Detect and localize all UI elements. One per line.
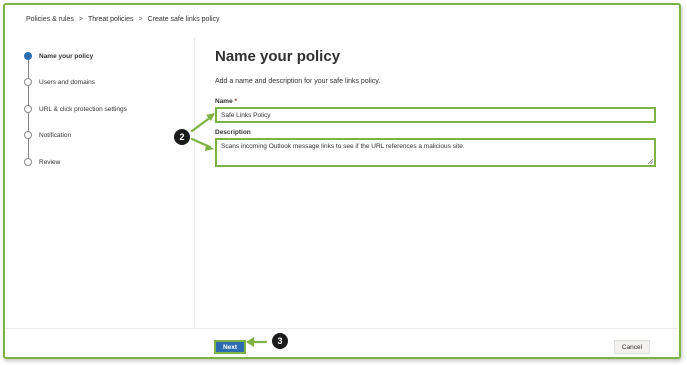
step-indicator-icon	[24, 52, 32, 60]
policy-description-textarea[interactable]: Scans incoming Outlook message links to …	[215, 138, 656, 167]
step-label: Users and domains	[39, 78, 95, 86]
step-name-your-policy[interactable]: Name your policy	[24, 52, 93, 60]
page-title: Name your policy	[215, 48, 341, 65]
step-users-and-domains[interactable]: Users and domains	[24, 78, 95, 86]
breadcrumb-threat-policies[interactable]: Threat policies	[88, 16, 134, 23]
breadcrumb-current-page: Create safe links policy	[147, 16, 220, 23]
resize-grip-icon[interactable]	[648, 159, 653, 164]
name-label-text: Name	[215, 98, 233, 105]
step-indicator-icon	[24, 78, 32, 86]
chevron-right-icon: >	[78, 16, 83, 23]
step-indicator-icon	[24, 105, 32, 113]
next-button[interactable]: Next	[214, 340, 246, 354]
name-field-label: Name *	[215, 98, 237, 105]
step-notification[interactable]: Notification	[24, 131, 71, 139]
window-frame: Policies & rules > Threat policies > Cre…	[3, 3, 681, 359]
wizard-steps-sidebar: Name your policy Users and domains URL &…	[5, 38, 195, 328]
breadcrumb: Policies & rules > Threat policies > Cre…	[26, 16, 220, 23]
breadcrumb-policies-rules[interactable]: Policies & rules	[26, 16, 74, 23]
step-indicator-icon	[24, 158, 32, 166]
callout-badge-2: 2	[174, 129, 190, 145]
step-label: Review	[39, 158, 61, 166]
wizard-footer: Next Cancel	[5, 328, 679, 357]
step-review[interactable]: Review	[24, 158, 60, 166]
description-field-label: Description	[215, 129, 251, 136]
chevron-right-icon: >	[138, 16, 143, 23]
policy-name-input[interactable]: Safe Links Policy	[215, 107, 656, 123]
step-url-click-protection[interactable]: URL & click protection settings	[24, 105, 127, 113]
step-label: URL & click protection settings	[39, 105, 127, 113]
callout-badge-3: 3	[272, 333, 288, 349]
cancel-button[interactable]: Cancel	[614, 340, 650, 354]
step-indicator-icon	[24, 131, 32, 139]
page-subtitle: Add a name and description for your safe…	[215, 78, 381, 85]
description-text: Scans incoming Outlook message links to …	[221, 143, 465, 150]
required-marker: *	[234, 98, 238, 105]
step-label: Name your policy	[39, 52, 94, 60]
step-label: Notification	[39, 131, 72, 139]
